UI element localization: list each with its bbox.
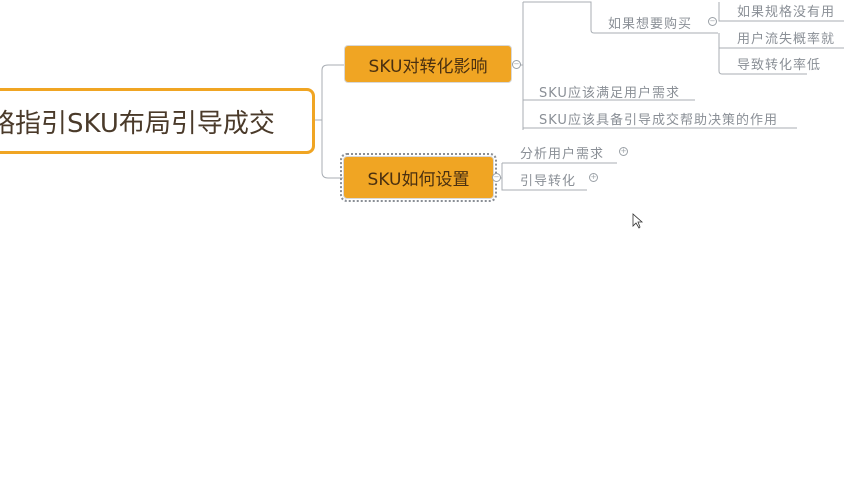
mouse-cursor-icon — [632, 213, 644, 229]
